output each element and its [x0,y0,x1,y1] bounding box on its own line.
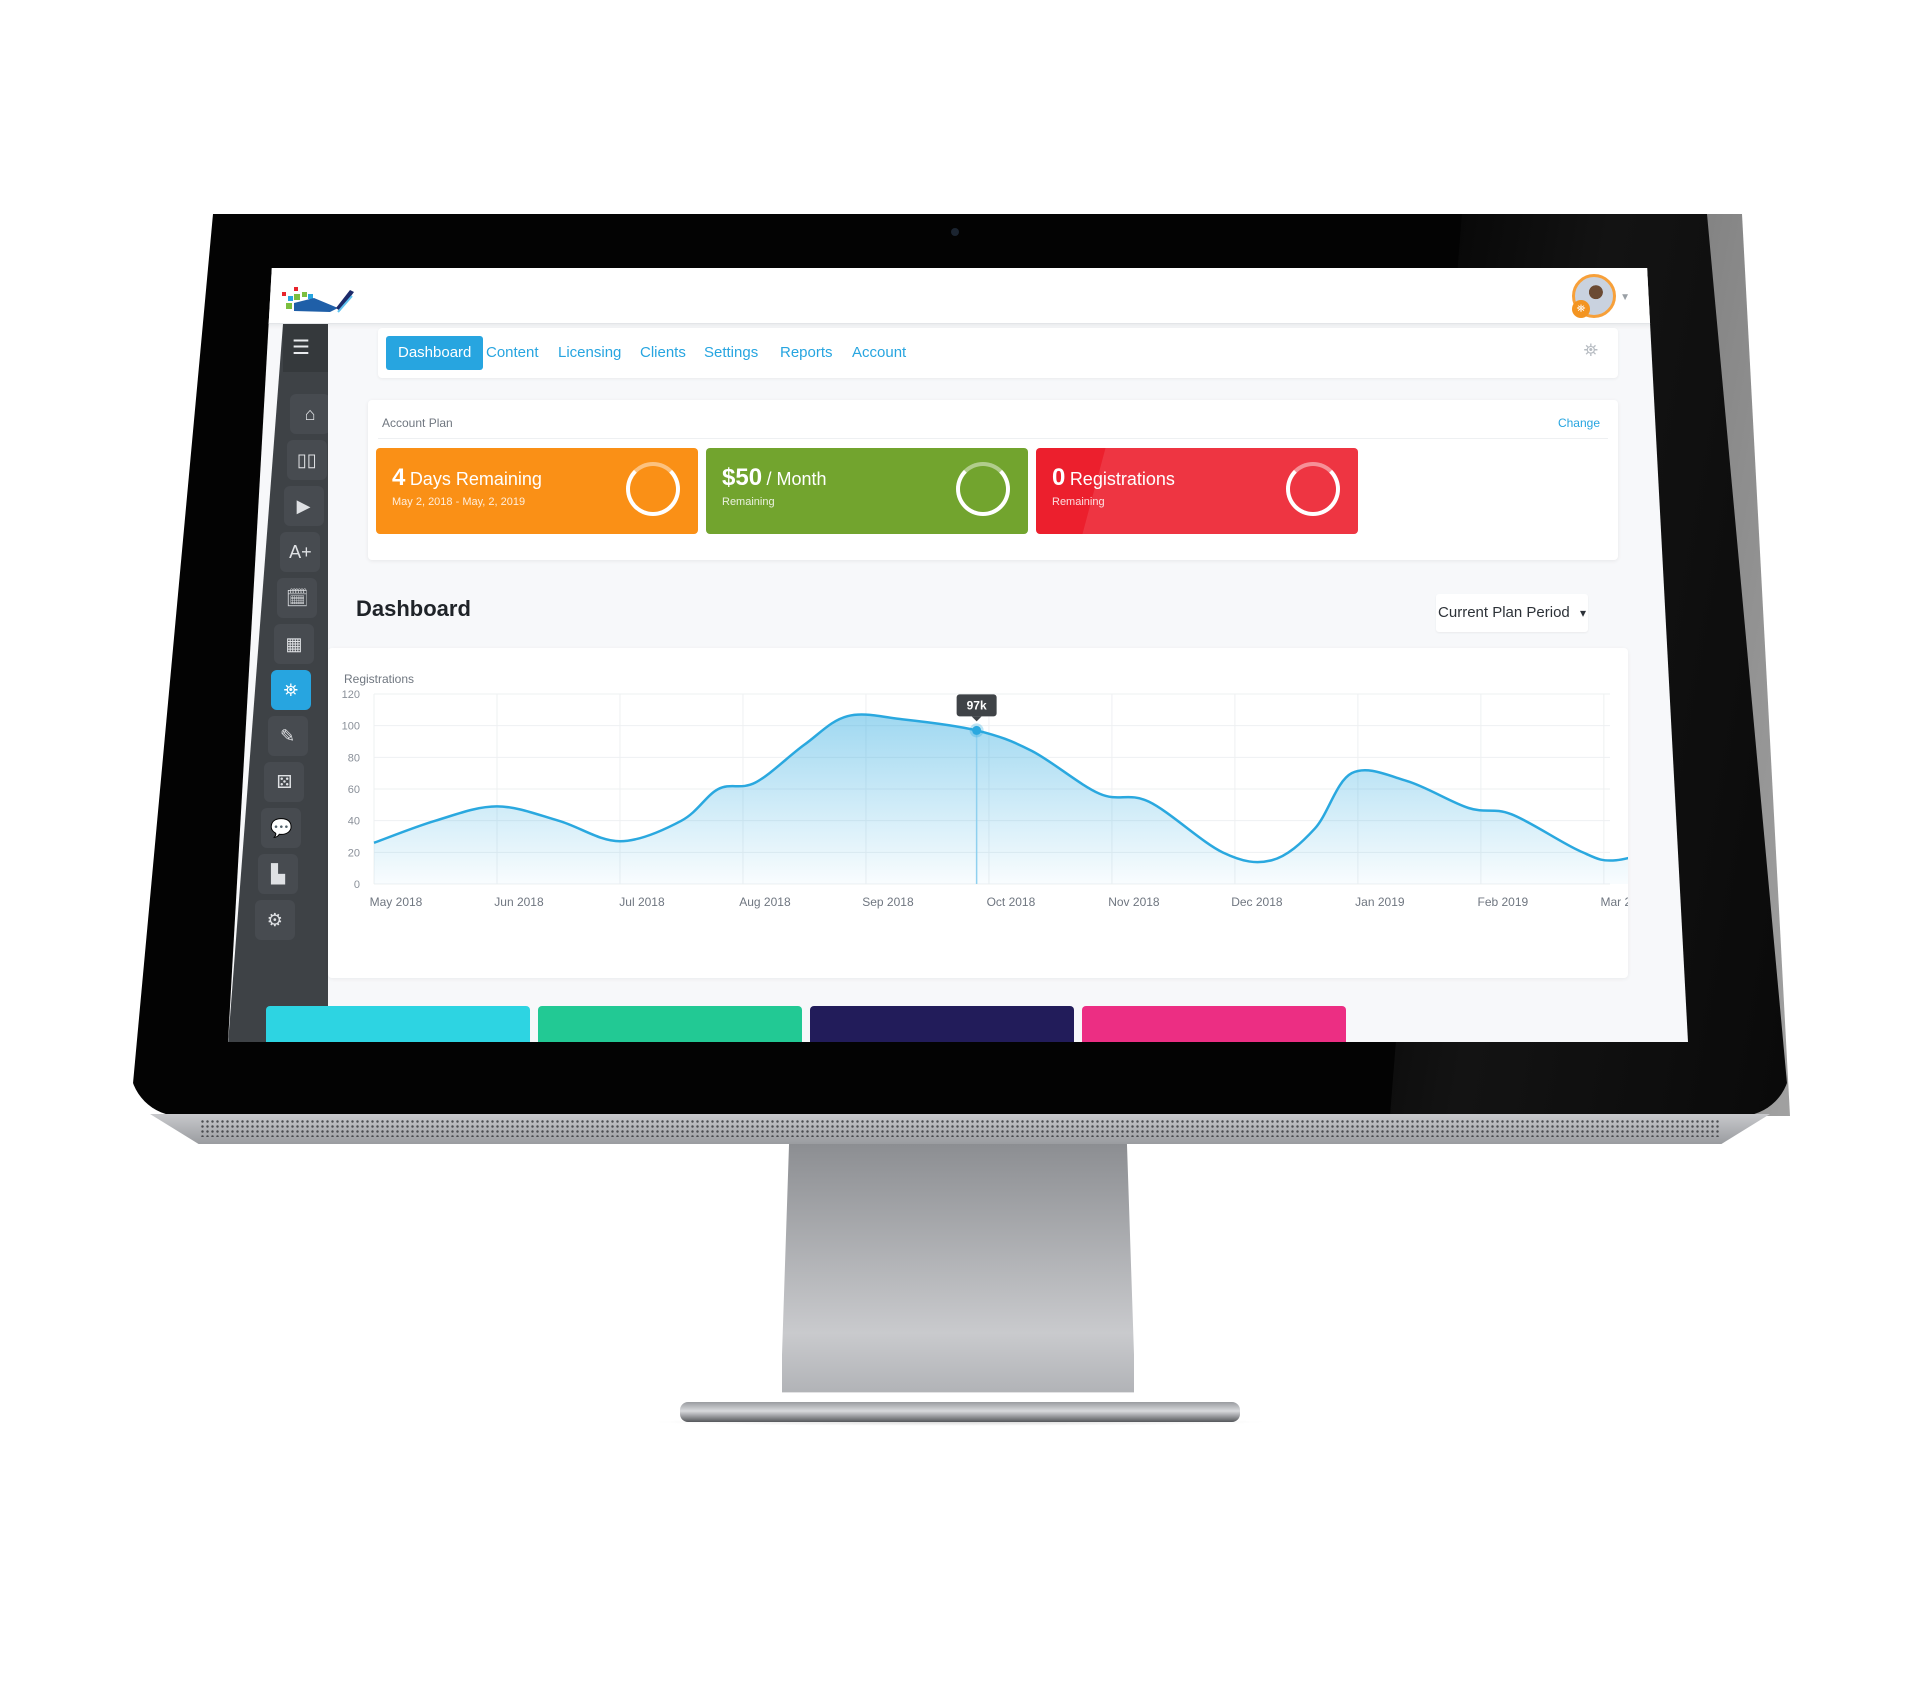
monitor-stand-base [680,1402,1240,1422]
tab-dashboard[interactable]: Dashboard [386,336,484,370]
media-icon: ▶ [296,495,311,516]
stat-value: 4 [392,464,406,491]
sidebar-item-library[interactable]: ▯▯ [286,440,327,480]
sidebar-item-layout[interactable]: ▦ [274,624,314,664]
progress-ring-icon [1286,462,1340,516]
menu-icon[interactable]: ☰ [292,338,310,358]
x-tick-label: Dec 2018 [1231,895,1283,909]
summary-tile[interactable] [1082,1006,1346,1042]
tab-clients[interactable]: Clients [628,336,698,370]
x-tick-label: Oct 2018 [987,895,1036,909]
caret-down-icon: ▾ [1579,606,1586,620]
stat-value: 0 [1052,464,1066,491]
games-icon: ⚄ [276,771,293,792]
period-dropdown[interactable]: Current Plan Period ▾ [1436,594,1588,632]
chevron-down-icon[interactable]: ▼ [1620,292,1630,303]
tooltip-label: 97k [967,698,987,712]
stat-label: Registrations [1069,469,1175,489]
y-tick-label: 0 [354,879,360,891]
schedule-icon: 🗓 [285,587,309,608]
summary-tile[interactable] [538,1006,802,1042]
y-tick-label: 80 [348,752,360,764]
nav-tabs: Dashboard Content Licensing Clients Settings… [378,328,1618,378]
monitor-stand [782,1144,1134,1393]
sidebar-item-settings[interactable]: ⚙ [254,900,295,940]
data-point [972,725,982,735]
y-tick-label: 60 [348,784,360,796]
brand-logo[interactable] [280,278,370,318]
x-tick-label: Feb 2019 [1478,895,1529,909]
registrations-chart-card: Registrations 0 20 40 60 80 100 120 May 2018 Jun… [328,648,1628,978]
edit-icon: ✎ [280,725,296,746]
account-plan-title: Account Plan [382,416,453,430]
tab-licensing[interactable]: Licensing [546,336,633,370]
app-screen: ⛯ ▼ ☰ ⌂ ▯▯ ▶ A+ 🗓 ▦ ⛯ ✎ ⚄ 💬 ▙ ⚙ Dashboard Content Lic… [228,268,1688,1042]
sidebar-item-analytics[interactable]: ▙ [258,854,298,894]
speaker-grille [200,1119,1720,1137]
y-tick-label: 120 [342,689,360,701]
layout-icon: ▦ [285,633,303,654]
change-plan-link[interactable]: Change [1558,416,1600,430]
sidebar-item-media[interactable]: ▶ [283,486,324,526]
x-tick-label: Nov 2018 [1108,895,1160,909]
x-tick-label: Mar 2019 [1600,895,1628,909]
tab-settings[interactable]: Settings [692,336,770,370]
progress-ring-icon [626,462,680,516]
account-plan-card: Account Plan Change 4 Days Remaining May … [368,400,1618,560]
registration-icon: ⛯ [283,679,298,700]
sidebar-item-typography[interactable]: A+ [280,532,321,572]
period-dropdown-label: Current Plan Period [1438,604,1570,621]
y-tick-label: 20 [348,847,360,859]
plan-stat-card: $50 / Month Remaining [706,448,1028,534]
typography-icon: A+ [289,541,312,562]
x-tick-label: Sep 2018 [862,895,914,909]
x-tick-label: Aug 2018 [739,895,791,909]
stat-label: Days Remaining [409,469,542,489]
sidebar-item-registration[interactable]: ⛯ [270,670,311,710]
stat-value: $50 [722,464,763,491]
x-tick-label: Jan 2019 [1355,895,1405,909]
monitor-mockup: ⛯ ▼ ☰ ⌂ ▯▯ ▶ A+ 🗓 ▦ ⛯ ✎ ⚄ 💬 ▙ ⚙ Dashboard Content Lic… [0,0,1920,1694]
registrations-chart: 0 20 40 60 80 100 120 May 2018 Jun 2018 Jul 2018 A… [342,689,1628,909]
home-icon: ⌂ [304,403,316,424]
page-title: Dashboard [356,596,471,621]
y-tick-label: 40 [348,816,360,828]
registration-icon[interactable]: ⛯ [1584,340,1598,361]
x-tick-label: Jul 2018 [619,895,665,909]
tooltip-pointer [971,716,982,722]
sidebar-item-home[interactable]: ⌂ [290,394,328,434]
user-badge-icon: ⛯ [1572,300,1590,318]
y-tick-label: 100 [342,721,360,733]
library-icon: ▯▯ [296,449,317,470]
settings-icon: ⚙ [266,909,283,930]
x-tick-label: Jun 2018 [494,895,544,909]
analytics-icon: ▙ [271,863,285,884]
tab-content[interactable]: Content [474,336,551,370]
sidebar-item-schedule[interactable]: 🗓 [277,578,318,618]
sidebar-item-edit[interactable]: ✎ [267,716,308,756]
x-tick-label: May 2018 [370,895,423,909]
tab-account[interactable]: Account [840,336,918,370]
divider [378,438,1608,439]
summary-tile[interactable] [810,1006,1074,1042]
plan-stat-card: 0 Registrations Remaining [1036,448,1358,534]
sidebar-item-messages[interactable]: 💬 [261,808,302,848]
stat-label: / Month [766,469,827,489]
summary-tile[interactable] [266,1006,530,1042]
tab-reports[interactable]: Reports [768,336,845,370]
progress-ring-icon [956,462,1010,516]
area-fill [374,714,1628,884]
plan-stat-card: 4 Days Remaining May 2, 2018 - May, 2, 20… [376,448,698,534]
sidebar-item-games[interactable]: ⚄ [264,762,305,802]
camera-icon [951,228,959,236]
top-bar: ⛯ ▼ [228,268,1688,324]
messages-icon: 💬 [269,817,293,838]
